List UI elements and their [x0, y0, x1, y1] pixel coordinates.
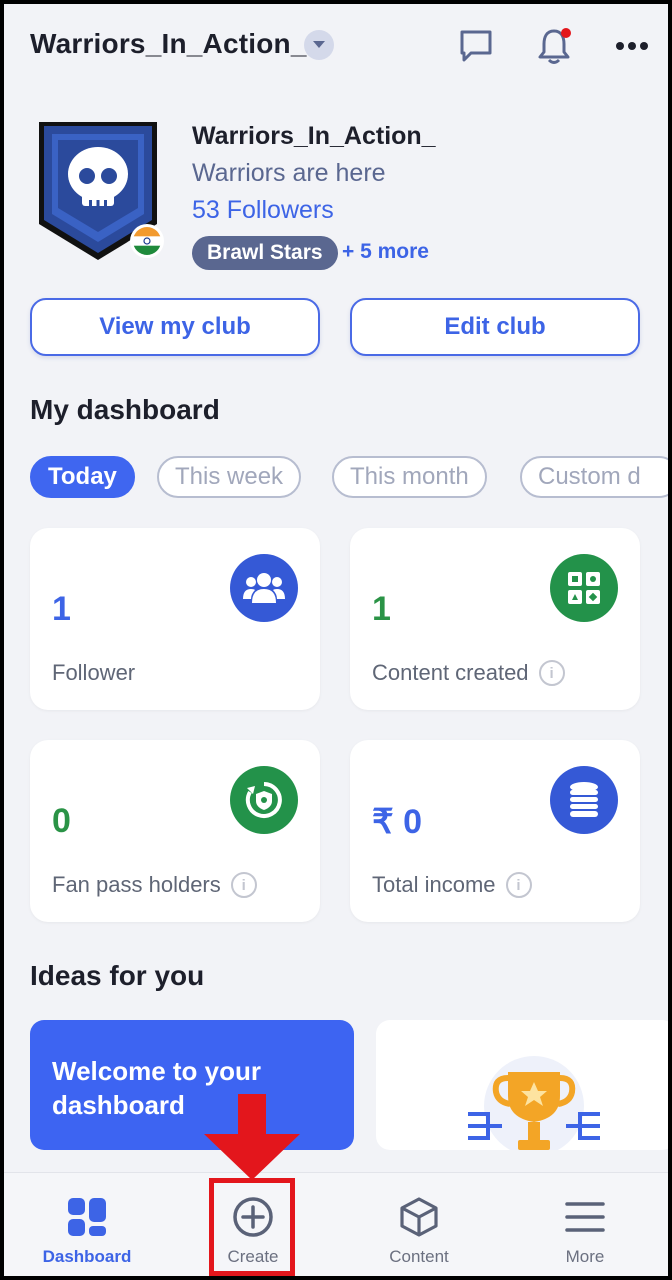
stat-card-fan-pass-holders[interactable]: 0 Fan pass holders i	[30, 740, 320, 922]
dashboard-title: My dashboard	[30, 394, 220, 425]
stat-label-wrap: Fan pass holders i	[52, 872, 257, 898]
bottom-navigation: Dashboard Create Content More	[4, 1172, 668, 1276]
dashboard-icon	[65, 1195, 109, 1239]
stat-card-content-created[interactable]: 1 Content created i	[350, 528, 640, 710]
stat-label: Fan pass holders	[52, 872, 221, 897]
filter-today[interactable]: Today	[30, 456, 135, 498]
stat-card-total-income[interactable]: ₹ 0 Total income i	[350, 740, 640, 922]
info-icon[interactable]: i	[538, 660, 565, 686]
stat-value: ₹ 0	[372, 803, 422, 841]
chat-icon[interactable]	[454, 24, 498, 68]
nav-dashboard[interactable]: Dashboard	[4, 1173, 170, 1276]
welcome-idea-card[interactable]: Welcome to your dashboard	[30, 1020, 354, 1150]
view-my-club-button[interactable]: View my club	[30, 298, 320, 356]
notification-bell-icon[interactable]	[532, 24, 576, 68]
stat-label-wrap: Follower	[52, 660, 135, 686]
stat-card-followers[interactable]: 1 Follower	[30, 528, 320, 710]
nav-label: Dashboard	[42, 1247, 132, 1266]
edit-club-button[interactable]: Edit club	[350, 298, 640, 356]
app-screen: Warriors_In_Action_ Warriors_In_Action_ …	[4, 4, 668, 1276]
menu-icon	[563, 1195, 607, 1239]
club-switcher-chevron-icon[interactable]	[304, 30, 334, 60]
more-options-icon[interactable]	[610, 24, 654, 68]
stat-label-wrap: Total income i	[372, 872, 532, 898]
cube-icon	[397, 1195, 441, 1239]
trophy-icon	[468, 1056, 600, 1150]
nav-label: Content	[389, 1247, 449, 1266]
stat-label-wrap: Content created i	[372, 660, 565, 686]
nav-label: More	[565, 1247, 605, 1266]
create-highlight-box	[209, 1178, 295, 1276]
club-switcher-name[interactable]: Warriors_In_Action_	[30, 28, 307, 60]
filter-custom-date[interactable]: Custom d	[520, 456, 668, 498]
coins-icon	[550, 766, 618, 834]
info-icon[interactable]: i	[230, 872, 257, 898]
grid-icon	[550, 554, 618, 622]
stat-value: 0	[52, 802, 71, 840]
filter-this-week[interactable]: This week	[157, 456, 302, 498]
more-tags-link[interactable]: + 5 more	[342, 240, 429, 264]
stat-label: Total income	[372, 872, 496, 897]
profile-tagline: Warriors are here	[192, 159, 386, 187]
red-arrow-annotation	[204, 1094, 300, 1180]
club-avatar	[34, 116, 164, 264]
stat-value: 1	[52, 590, 71, 628]
nav-more[interactable]: More	[502, 1173, 668, 1276]
pass-icon	[230, 766, 298, 834]
tournament-idea-card[interactable]	[376, 1020, 668, 1150]
profile-name: Warriors_In_Action_	[192, 122, 436, 150]
game-tag-chip[interactable]: Brawl Stars	[192, 236, 338, 270]
followers-count[interactable]: 53 Followers	[192, 196, 334, 225]
people-icon	[230, 554, 298, 622]
info-icon[interactable]: i	[505, 872, 532, 898]
top-bar: Warriors_In_Action_	[4, 4, 668, 90]
nav-content[interactable]: Content	[336, 1173, 502, 1276]
ideas-title: Ideas for you	[30, 960, 205, 991]
filter-this-month[interactable]: This month	[332, 456, 487, 498]
stat-value: 1	[372, 590, 391, 628]
india-flag-icon	[130, 224, 164, 258]
stat-label: Content created	[372, 660, 529, 685]
stat-label: Follower	[52, 660, 136, 685]
